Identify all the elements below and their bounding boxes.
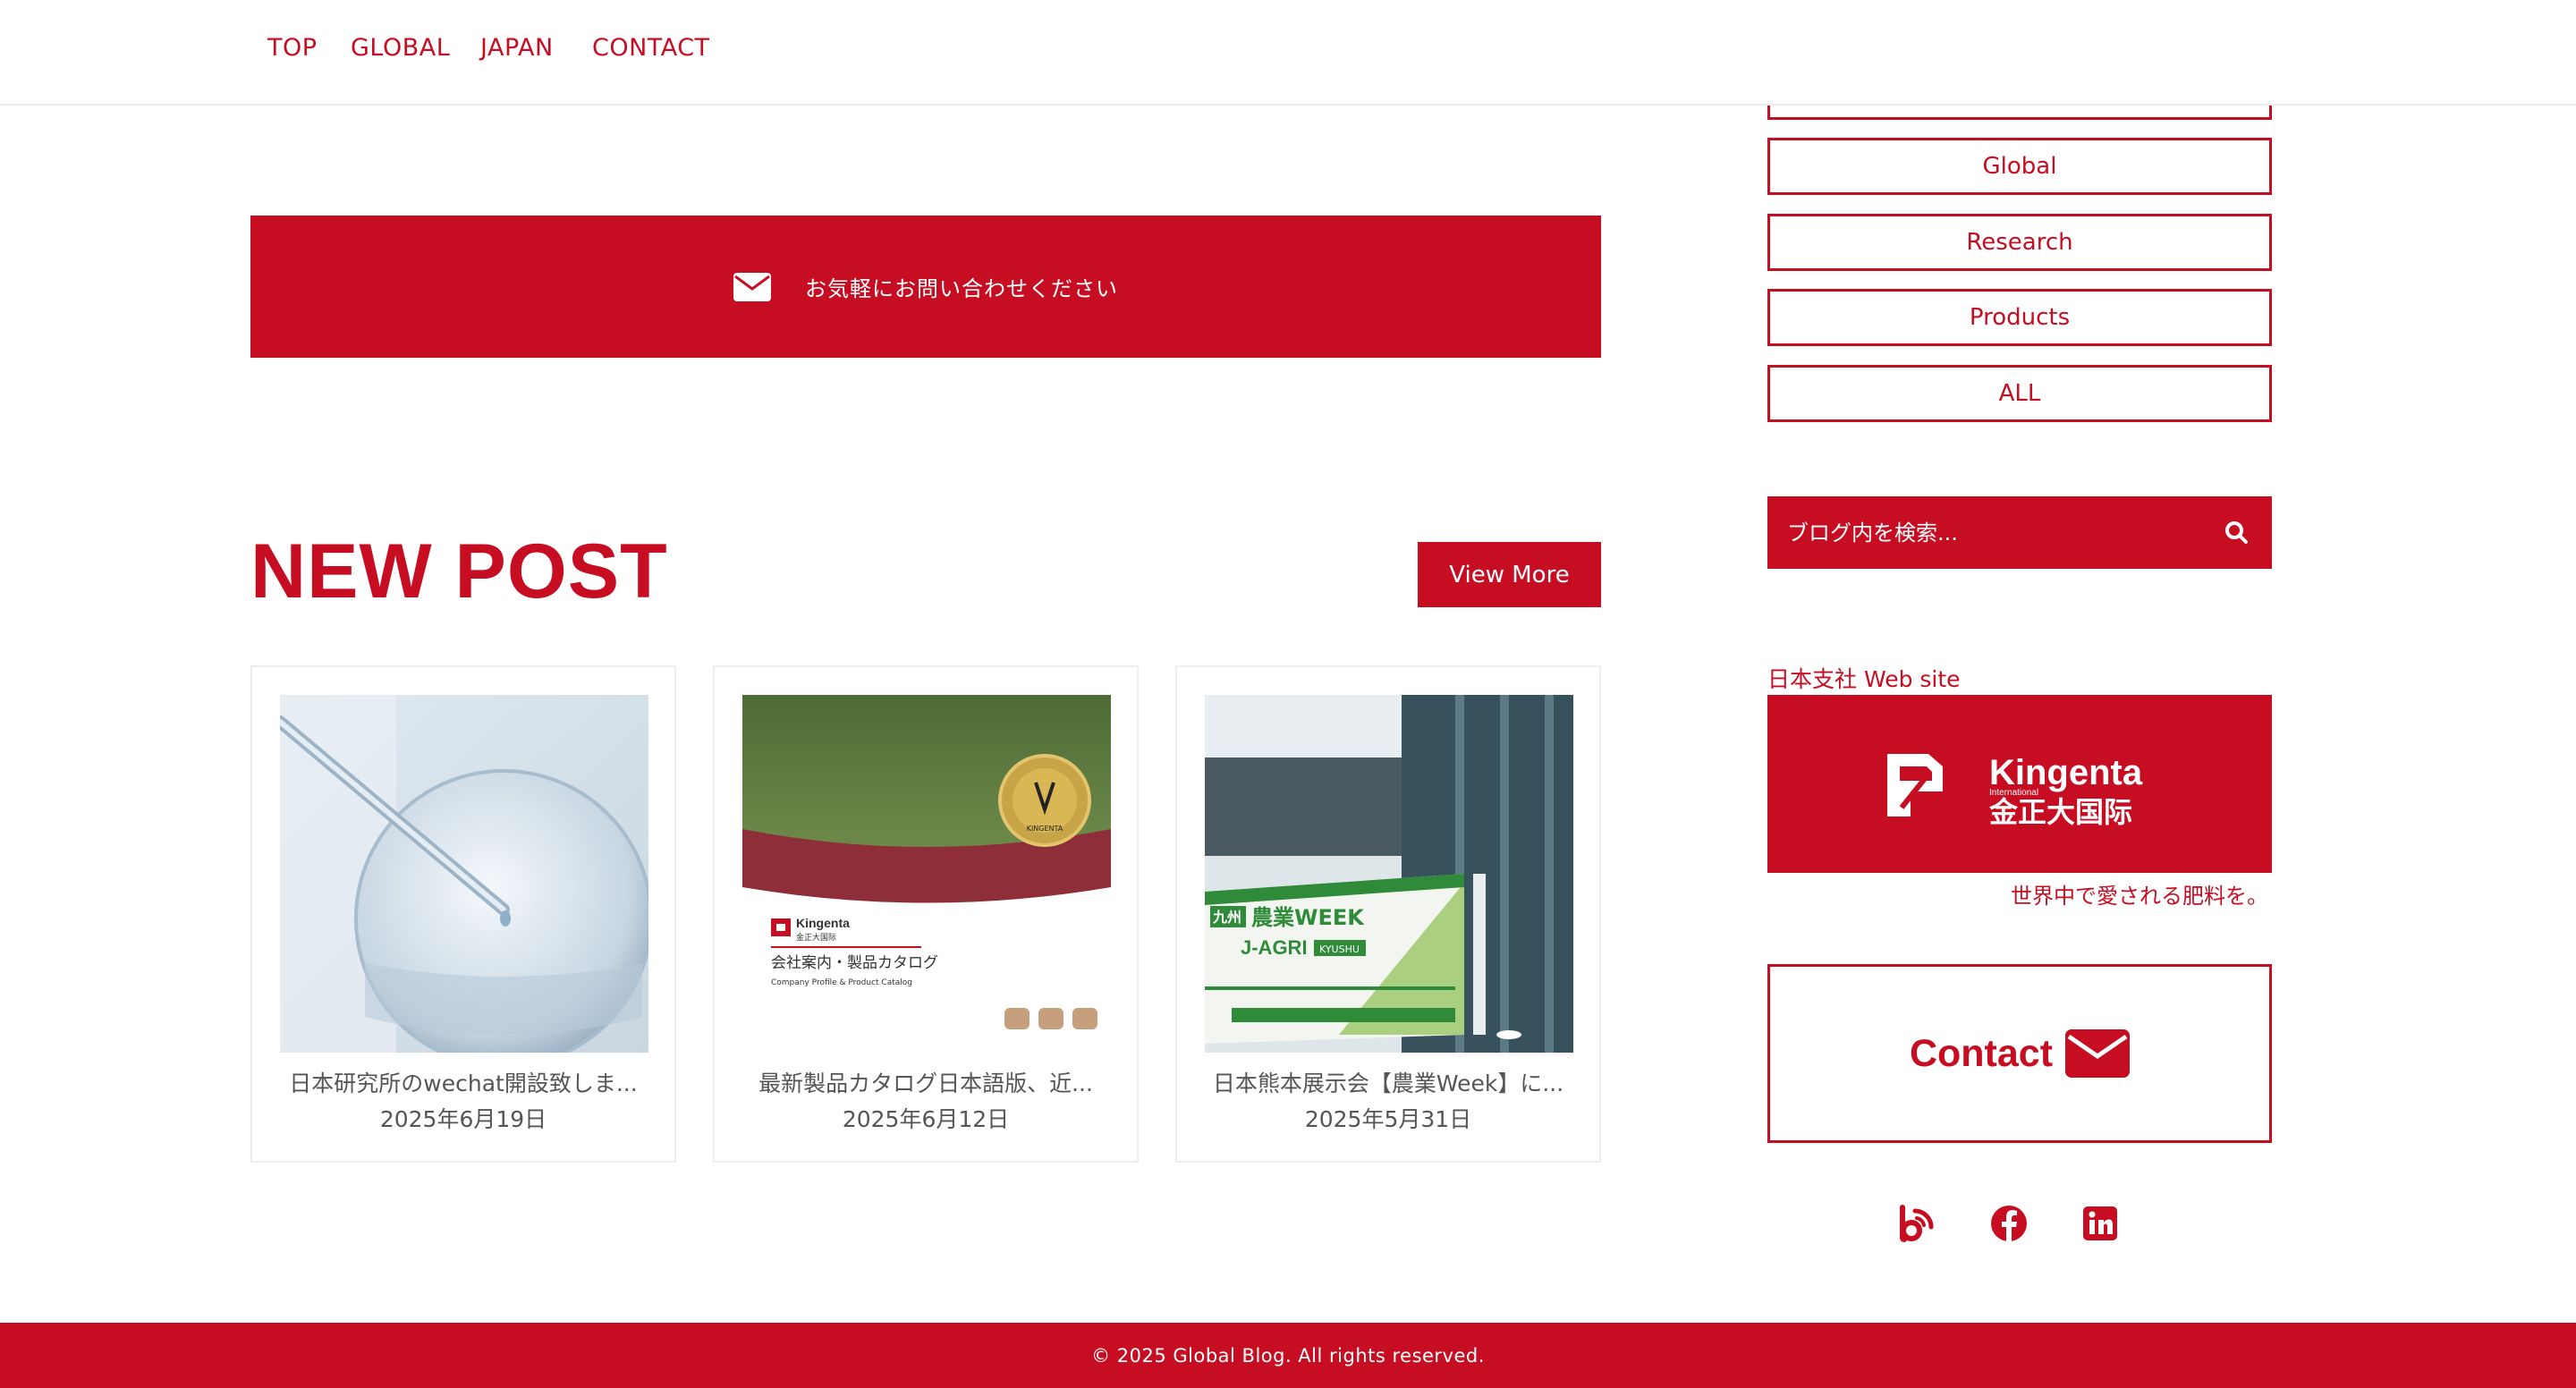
svg-text:九州: 九州: [1212, 909, 1241, 926]
search-icon: [2225, 521, 2248, 544]
post-thumbnail-catalog[interactable]: KINGENTA Kingenta 金正大国际 会社案内・製品カタログ Comp…: [742, 695, 1111, 1053]
kingenta-logo: Kingenta International 金正大国际: [1887, 753, 2143, 829]
contact-banner[interactable]: お気軽にお問い合わせください: [250, 216, 1601, 358]
post-title[interactable]: 最新製品カタログ日本語版、近...: [715, 1066, 1137, 1098]
contact-box-button[interactable]: Contact: [1767, 964, 2272, 1143]
nav-global[interactable]: GLOBAL: [351, 34, 450, 62]
svg-text:金正大国际: 金正大国际: [1988, 795, 2132, 829]
footer-copyright: © 2025 Global Blog. All rights reserved.: [1091, 1344, 1485, 1367]
kingenta-banner[interactable]: Kingenta International 金正大国际: [1767, 695, 2272, 873]
linkedin-icon[interactable]: [2080, 1204, 2120, 1243]
post-date: 2025年5月31日: [1304, 1106, 1472, 1132]
facebook-icon[interactable]: [1989, 1204, 2029, 1243]
post-card[interactable]: 九州 農業WEEK J-AGRI KYUSHU 日本熊本展示会【農業Week】に…: [1175, 665, 1601, 1163]
svg-text:KYUSHU: KYUSHU: [1319, 944, 1360, 955]
nav-top[interactable]: TOP: [267, 34, 318, 62]
nav-japan[interactable]: JAPAN: [480, 34, 554, 62]
category-button-all[interactable]: ALL: [1767, 365, 2272, 422]
search-bar: [1767, 496, 2272, 569]
contact-banner-text: お気軽にお問い合わせください: [805, 276, 1118, 301]
post-date: 2025年6月12日: [842, 1106, 1010, 1132]
svg-text:KINGENTA: KINGENTA: [1027, 825, 1063, 833]
view-more-button[interactable]: View More: [1418, 542, 1601, 607]
envelope-icon: [733, 272, 771, 301]
category-button-global[interactable]: Global: [1767, 138, 2272, 195]
nav-contact[interactable]: CONTACT: [592, 34, 710, 62]
post-date: 2025年6月19日: [379, 1106, 547, 1132]
tagline: 世界中で愛される肥料を。: [2011, 884, 2268, 909]
blog-icon[interactable]: [1897, 1204, 1936, 1243]
japan-site-label: 日本支社 Web site: [1767, 666, 1961, 692]
svg-text:会社案内・製品カタログ: 会社案内・製品カタログ: [771, 954, 938, 972]
category-button-research[interactable]: Research: [1767, 214, 2272, 271]
post-thumbnail-expo[interactable]: 九州 農業WEEK J-AGRI KYUSHU: [1205, 695, 1573, 1053]
post-title[interactable]: 日本研究所のwechat開設致しま...: [252, 1066, 674, 1098]
site-header: TOP GLOBAL JAPAN CONTACT: [0, 0, 2576, 106]
category-button-products[interactable]: Products: [1767, 289, 2272, 346]
svg-text:金正大国际: 金正大国际: [796, 932, 836, 943]
post-card[interactable]: KINGENTA Kingenta 金正大国际 会社案内・製品カタログ Comp…: [713, 665, 1139, 1163]
post-title[interactable]: 日本熊本展示会【農業Week】に...: [1177, 1066, 1599, 1098]
search-button[interactable]: [2218, 514, 2256, 552]
post-thumbnail-flask[interactable]: [280, 695, 648, 1053]
svg-text:農業WEEK: 農業WEEK: [1251, 905, 1365, 930]
svg-text:Kingenta: Kingenta: [1989, 753, 2143, 792]
search-input[interactable]: [1767, 496, 2197, 569]
svg-text:J-AGRI: J-AGRI: [1241, 936, 1308, 959]
svg-text:Kingenta: Kingenta: [796, 916, 850, 930]
svg-text:Company Profile & Product Cata: Company Profile & Product Catalog: [771, 978, 912, 987]
footer: © 2025 Global Blog. All rights reserved.: [0, 1323, 2576, 1388]
section-title: NEW POST: [250, 529, 668, 614]
contact-box-label: Contact: [1909, 1031, 2054, 1075]
envelope-icon: [2065, 1029, 2131, 1078]
post-card[interactable]: 日本研究所のwechat開設致しま... 2025年6月19日: [250, 665, 676, 1163]
